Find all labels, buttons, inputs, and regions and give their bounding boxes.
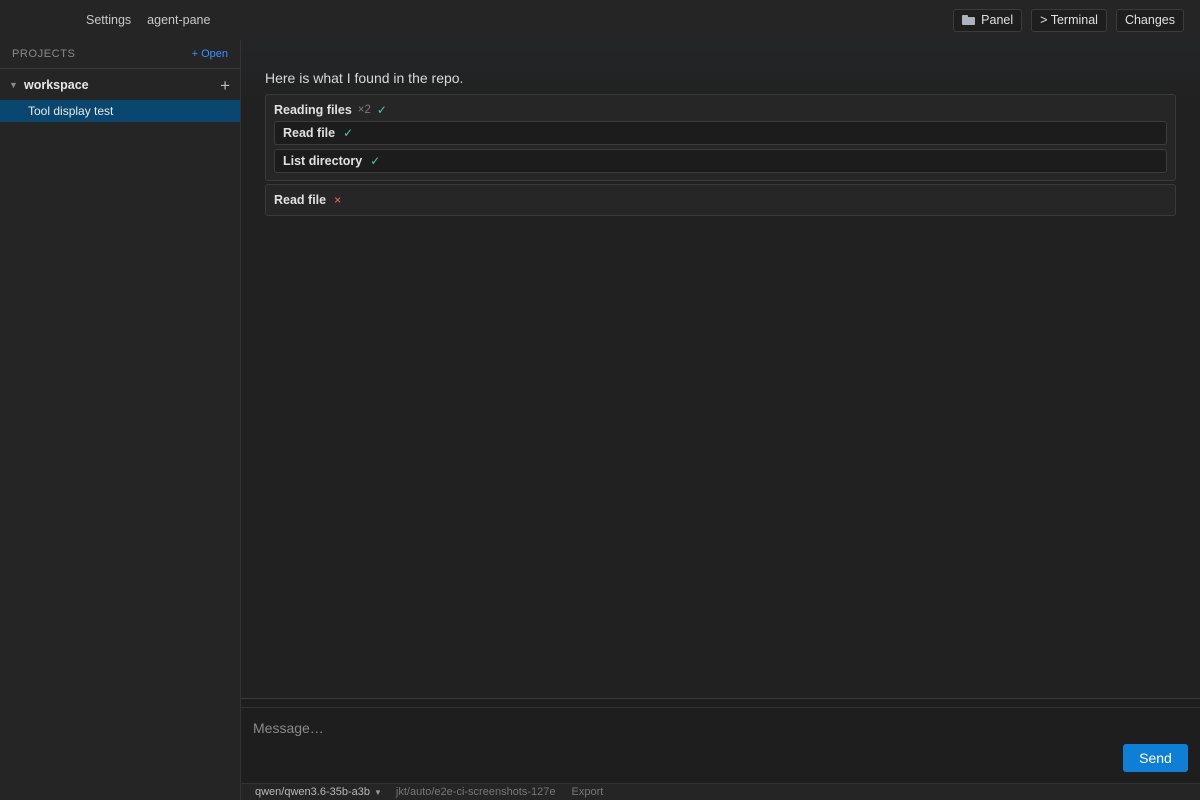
composer: Send (241, 698, 1200, 783)
tool-item-list-directory[interactable]: List directory ✓ (274, 149, 1167, 173)
check-icon: ✓ (376, 103, 387, 117)
session-label: Tool display test (28, 104, 114, 118)
error-icon: × (334, 193, 342, 207)
chevron-down-icon: ▼ (373, 788, 382, 797)
message-input[interactable] (253, 717, 1133, 739)
tool-item-read-file[interactable]: Read file ✓ (274, 121, 1167, 145)
add-session-button[interactable]: + (220, 77, 230, 94)
title-actions: Panel > Terminal Changes (953, 8, 1184, 32)
composer-divider (241, 707, 1200, 708)
title-bar: Settings agent-pane Panel > Terminal Cha… (0, 0, 1200, 40)
projects-header: PROJECTS + Open (0, 40, 240, 69)
tool-group-count: ×2 (357, 104, 371, 116)
folder-icon (962, 15, 976, 25)
tool-item-label: Read file (283, 126, 336, 140)
tool-group-card: Reading files ×2 ✓ Read file ✓ List dire… (265, 94, 1176, 181)
tool-group-header[interactable]: Reading files ×2 ✓ (274, 103, 387, 117)
sidebar: PROJECTS + Open ▼ workspace + Tool displ… (0, 40, 241, 800)
changes-button[interactable]: Changes (1115, 8, 1184, 32)
agent-pane-tab[interactable]: agent-pane (147, 13, 210, 27)
terminal-button[interactable]: > Terminal (1031, 8, 1107, 32)
chevron-down-icon[interactable]: ▼ (9, 80, 24, 90)
tool-item-label: List directory (283, 154, 363, 168)
open-project-link[interactable]: + Open (192, 48, 228, 60)
tool-card-label: Read file (274, 193, 327, 207)
branch-label: jkt/auto/e2e-ci-screenshots-127e (395, 786, 556, 798)
terminal-button-label: > Terminal (1040, 13, 1098, 27)
project-name: workspace (24, 78, 89, 92)
chat-area: Here is what I found in the repo. Readin… (241, 40, 1200, 698)
model-selector[interactable]: qwen/qwen3.6-35b-a3b ▼ (255, 786, 382, 798)
settings-link[interactable]: Settings (86, 13, 131, 27)
panel-button[interactable]: Panel (953, 8, 1023, 32)
title-nav: Settings agent-pane (86, 13, 210, 27)
check-icon: ✓ (370, 154, 381, 168)
session-item-tool-display-test[interactable]: Tool display test (0, 100, 240, 122)
projects-label: PROJECTS (12, 48, 76, 60)
model-name: qwen/qwen3.6-35b-a3b (255, 786, 370, 798)
export-button[interactable]: Export (572, 786, 604, 798)
status-bar: qwen/qwen3.6-35b-a3b ▼ jkt/auto/e2e-ci-sc… (241, 783, 1200, 800)
check-icon: ✓ (343, 126, 354, 140)
changes-button-label: Changes (1124, 13, 1175, 27)
app-window: Settings agent-pane Panel > Terminal Cha… (0, 0, 1200, 800)
tool-group-title: Reading files (274, 103, 352, 117)
panel-button-label: Panel (981, 13, 1014, 27)
send-button[interactable]: Send (1123, 744, 1188, 772)
project-workspace[interactable]: ▼ workspace + (0, 70, 240, 100)
tool-card-read-file-failed[interactable]: Read file × (265, 184, 1176, 216)
assistant-message: Here is what I found in the repo. (265, 70, 464, 86)
